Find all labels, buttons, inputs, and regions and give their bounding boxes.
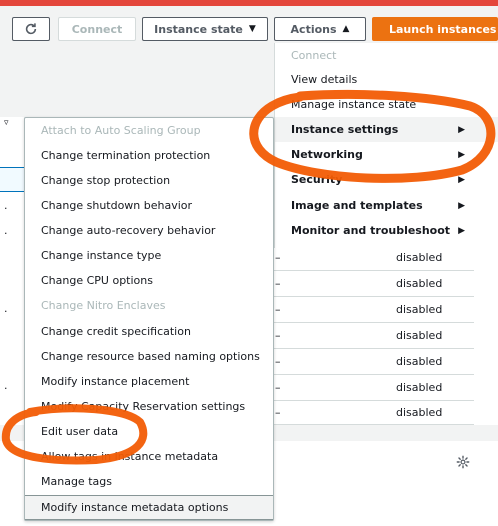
menu-item-label: Modify instance metadata options bbox=[41, 501, 229, 514]
refresh-button[interactable] bbox=[12, 17, 50, 41]
table-cell-status: disabled bbox=[396, 251, 443, 264]
table-cell: – bbox=[275, 277, 281, 290]
menu-item-label: Instance settings bbox=[291, 123, 399, 136]
menu-item-label: Change instance type bbox=[41, 249, 162, 262]
instance-state-button[interactable]: Instance state ▼ bbox=[142, 17, 268, 41]
menu-item-label: Change CPU options bbox=[41, 274, 153, 287]
instance-settings-submenu: Attach to Auto Scaling Group Change term… bbox=[24, 117, 274, 521]
submenu-item-edit-user-data[interactable]: Edit user data bbox=[25, 419, 273, 444]
row-divider bbox=[274, 348, 474, 349]
menu-item-label: Image and templates bbox=[291, 199, 423, 212]
table-cell-status: disabled bbox=[396, 406, 443, 419]
menu-item-label: Change auto-recovery behavior bbox=[41, 224, 216, 237]
actions-item-connect[interactable]: Connect bbox=[275, 43, 498, 68]
table-cell: – bbox=[275, 406, 281, 419]
table-cell-status: disabled bbox=[396, 355, 443, 368]
actions-label: Actions bbox=[290, 22, 337, 36]
caret-right-icon: ▶ bbox=[458, 124, 465, 135]
submenu-item-modify-capacity-reservation[interactable]: Modify Capacity Reservation settings bbox=[25, 394, 273, 419]
menu-item-label: Modify Capacity Reservation settings bbox=[41, 400, 246, 413]
menu-item-label: Modify instance placement bbox=[41, 375, 190, 388]
submenu-item-modify-metadata-options[interactable]: Modify instance metadata options bbox=[25, 495, 273, 520]
submenu-item-change-auto-recovery[interactable]: Change auto-recovery behavior bbox=[25, 218, 273, 243]
cell-dot: . bbox=[4, 379, 8, 392]
submenu-item-attach-auto-scaling[interactable]: Attach to Auto Scaling Group bbox=[25, 118, 273, 143]
caret-up-icon: ▲ bbox=[342, 24, 350, 34]
actions-button[interactable]: Actions ▲ bbox=[274, 17, 366, 41]
row-divider bbox=[274, 322, 474, 323]
row-divider bbox=[274, 374, 474, 375]
menu-item-label: Change resource based naming options bbox=[41, 350, 260, 363]
table-cell-status: disabled bbox=[396, 277, 443, 290]
submenu-item-change-nitro-enclaves[interactable]: Change Nitro Enclaves bbox=[25, 293, 273, 318]
actions-item-view-details[interactable]: View details bbox=[275, 67, 498, 92]
actions-item-image-and-templates[interactable]: Image and templates ▶ bbox=[275, 193, 498, 218]
actions-item-manage-instance-state[interactable]: Manage instance state bbox=[275, 92, 498, 117]
submenu-item-manage-tags[interactable]: Manage tags bbox=[25, 469, 273, 494]
cell-dot: . bbox=[4, 199, 8, 212]
submenu-item-change-shutdown-behavior[interactable]: Change shutdown behavior bbox=[25, 193, 273, 218]
actions-item-security[interactable]: Security ▶ bbox=[275, 167, 498, 192]
actions-dropdown-menu: Connect View details Manage instance sta… bbox=[274, 43, 498, 248]
actions-item-instance-settings[interactable]: Instance settings ▶ bbox=[275, 117, 498, 142]
launch-instances-button[interactable]: Launch instances bbox=[372, 17, 498, 41]
table-cell: – bbox=[275, 329, 281, 342]
row-divider bbox=[274, 296, 474, 297]
menu-item-label: Change termination protection bbox=[41, 149, 211, 162]
filter-caret-icon[interactable]: ▿ bbox=[4, 118, 9, 128]
gear-icon[interactable] bbox=[456, 455, 470, 469]
submenu-item-change-credit-specification[interactable]: Change credit specification bbox=[25, 319, 273, 344]
caret-down-icon: ▼ bbox=[248, 24, 256, 34]
table-body bbox=[274, 245, 474, 425]
row-divider bbox=[274, 400, 474, 401]
menu-item-label: Change stop protection bbox=[41, 174, 171, 187]
selected-row-edge bbox=[0, 167, 24, 192]
launch-instances-label: Launch instances bbox=[389, 22, 497, 36]
table-cell: – bbox=[275, 355, 281, 368]
caret-right-icon: ▶ bbox=[458, 200, 465, 211]
connect-button-label: Connect bbox=[71, 22, 123, 36]
menu-item-label: Networking bbox=[291, 148, 363, 161]
menu-item-label: Change credit specification bbox=[41, 325, 191, 338]
menu-item-label: Edit user data bbox=[41, 425, 119, 438]
actions-item-monitor-and-troubleshoot[interactable]: Monitor and troubleshoot ▶ bbox=[275, 218, 498, 243]
menu-item-label: Allow tags in instance metadata bbox=[41, 450, 219, 463]
menu-item-label: Change shutdown behavior bbox=[41, 199, 193, 212]
menu-item-label: View details bbox=[291, 73, 358, 86]
table-cell: – bbox=[275, 381, 281, 394]
menu-item-label: Manage tags bbox=[41, 475, 112, 488]
submenu-item-allow-tags-metadata[interactable]: Allow tags in instance metadata bbox=[25, 444, 273, 469]
menu-item-label: Change Nitro Enclaves bbox=[41, 299, 166, 312]
refresh-icon bbox=[25, 23, 37, 35]
connect-button[interactable]: Connect bbox=[58, 17, 136, 41]
caret-right-icon: ▶ bbox=[458, 149, 465, 160]
table-cell-status: disabled bbox=[396, 381, 443, 394]
table-cell-status: disabled bbox=[396, 303, 443, 316]
row-divider bbox=[274, 270, 474, 271]
submenu-item-change-termination-protection[interactable]: Change termination protection bbox=[25, 143, 273, 168]
menu-item-label: Attach to Auto Scaling Group bbox=[41, 124, 201, 137]
submenu-item-change-instance-type[interactable]: Change instance type bbox=[25, 243, 273, 268]
submenu-item-change-resource-naming[interactable]: Change resource based naming options bbox=[25, 344, 273, 369]
menu-item-label: Monitor and troubleshoot bbox=[291, 224, 451, 237]
instance-state-label: Instance state bbox=[154, 22, 243, 36]
menu-item-label: Manage instance state bbox=[291, 98, 417, 111]
submenu-item-change-stop-protection[interactable]: Change stop protection bbox=[25, 168, 273, 193]
caret-right-icon: ▶ bbox=[458, 225, 465, 236]
menu-item-label: Security bbox=[291, 173, 343, 186]
table-cell: – bbox=[275, 251, 281, 264]
cell-dot: . bbox=[4, 302, 8, 315]
menu-item-label: Connect bbox=[291, 49, 337, 62]
submenu-item-modify-instance-placement[interactable]: Modify instance placement bbox=[25, 369, 273, 394]
actions-item-networking[interactable]: Networking ▶ bbox=[275, 142, 498, 167]
submenu-item-change-cpu-options[interactable]: Change CPU options bbox=[25, 268, 273, 293]
table-cell-status: disabled bbox=[396, 329, 443, 342]
table-cell: – bbox=[275, 303, 281, 316]
caret-right-icon: ▶ bbox=[458, 174, 465, 185]
cell-dot: . bbox=[4, 224, 8, 237]
